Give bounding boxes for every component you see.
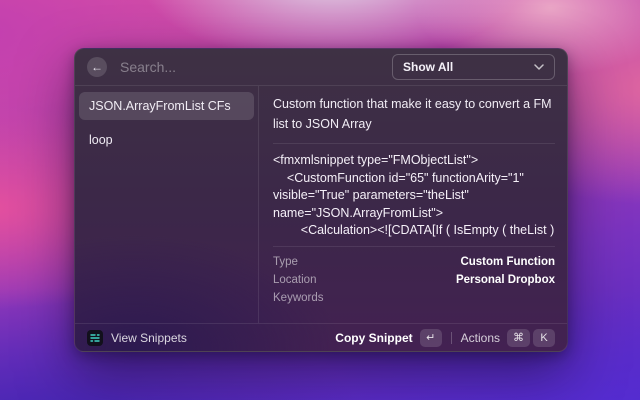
list-item-label: JSON.ArrayFromList CFs <box>89 99 231 113</box>
back-arrow-icon: ← <box>91 60 103 74</box>
snippet-code-block: <fmxmlsnippet type="FMObjectList"> <Cust… <box>273 144 555 246</box>
metadata-row-type: Type Custom Function <box>273 253 555 271</box>
metadata-label: Keywords <box>273 292 324 304</box>
footer-divider <box>451 332 452 344</box>
metadata-value: Personal Dropbox <box>456 274 555 286</box>
filter-dropdown-value: Show All <box>403 60 453 74</box>
view-snippets-button[interactable]: View Snippets <box>111 331 187 345</box>
main-content: JSON.ArrayFromList CFs loop Custom funct… <box>75 86 567 323</box>
k-key-badge: K <box>533 329 555 347</box>
back-button[interactable]: ← <box>87 57 107 77</box>
filter-dropdown[interactable]: Show All <box>392 54 555 80</box>
code-line: visible="True" parameters="theList" <box>273 187 555 205</box>
metadata-label: Location <box>273 274 316 286</box>
list-item-loop[interactable]: loop <box>79 126 254 154</box>
list-item-json-arrayfromlist[interactable]: JSON.ArrayFromList CFs <box>79 92 254 120</box>
command-key-badge: ⌘ <box>507 329 530 347</box>
snippets-app-icon <box>87 330 103 346</box>
code-line: name="JSON.ArrayFromList"> <box>273 205 555 223</box>
action-bar: View Snippets Copy Snippet ↵ Actions ⌘ K <box>75 323 567 351</box>
metadata-row-keywords: Keywords <box>273 289 555 307</box>
metadata-value: Custom Function <box>460 256 555 268</box>
desktop-wallpaper: ← Show All JSON.ArrayFromList CFs loop <box>0 0 640 400</box>
metadata-label: Type <box>273 256 298 268</box>
chevron-down-icon <box>534 64 544 70</box>
search-input[interactable] <box>118 58 382 76</box>
actions-button[interactable]: Actions <box>461 331 500 345</box>
copy-snippet-button[interactable]: Copy Snippet <box>335 331 412 345</box>
return-key-badge: ↵ <box>420 329 442 347</box>
snippet-glyph-icon <box>89 332 101 344</box>
snippets-search-window: ← Show All JSON.ArrayFromList CFs loop <box>74 48 568 352</box>
snippet-detail: Custom function that make it easy to con… <box>259 86 567 323</box>
list-item-label: loop <box>89 133 113 147</box>
code-line: <Calculation><![CDATA[If ( IsEmpty ( the… <box>273 222 555 240</box>
code-line: <CustomFunction id="65" functionArity="1… <box>273 170 555 188</box>
snippet-list: JSON.ArrayFromList CFs loop <box>75 86 259 323</box>
code-line: <fmxmlsnippet type="FMObjectList"> <box>273 152 555 170</box>
metadata-row-location: Location Personal Dropbox <box>273 271 555 289</box>
search-header: ← Show All <box>75 49 567 86</box>
snippet-description: Custom function that make it easy to con… <box>273 88 555 143</box>
snippet-metadata: Type Custom Function Location Personal D… <box>273 247 555 313</box>
